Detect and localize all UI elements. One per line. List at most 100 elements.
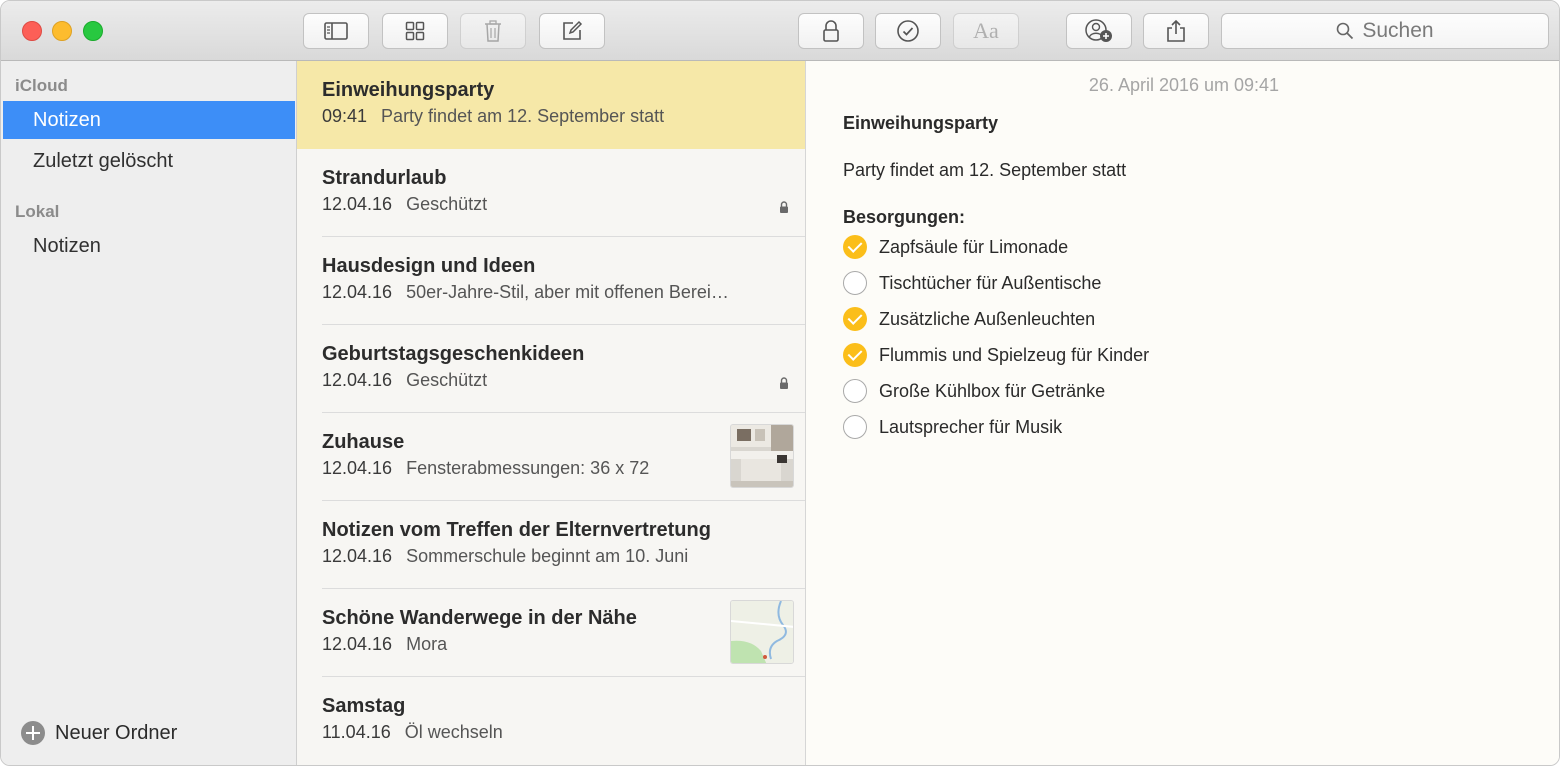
note-meta: 12.04.16 Mora	[322, 634, 447, 655]
checkbox-checked-icon[interactable]	[843, 307, 867, 331]
text-format-icon: Aa	[973, 18, 999, 43]
note-meta: 12.04.16 Geschützt	[322, 194, 487, 215]
note-title: Notizen vom Treffen der Elternvertretung	[322, 519, 711, 541]
note-list-item[interactable]: Geburtstagsgeschenkideen 12.04.16 Geschüt…	[297, 325, 805, 413]
checklist-item[interactable]: Zapfsäule für Limonade	[843, 234, 1068, 260]
note-date: 12.04.16	[322, 458, 393, 478]
sidebar-item-lokal-notizen[interactable]: Notizen	[3, 227, 295, 265]
checkbox-checked-icon[interactable]	[843, 343, 867, 367]
note-list-item[interactable]: Schöne Wanderwege in der Nähe 12.04.16 Mo…	[297, 589, 805, 677]
share-icon	[1167, 19, 1185, 42]
sidebar-item-icloud-notizen[interactable]: Notizen	[3, 101, 295, 139]
note-date: 09:41	[322, 106, 368, 126]
note-meta: 12.04.16 50er-Jahre-Stil, aber mit offene…	[322, 282, 729, 303]
sidebar-item-label: Notizen	[33, 108, 101, 131]
checklist-item-text[interactable]: Zapfsäule für Limonade	[879, 237, 1068, 258]
checklist-item-text[interactable]: Flummis und Spielzeug für Kinder	[879, 345, 1149, 366]
note-title: Geburtstagsgeschenkideen	[322, 343, 585, 365]
share-button[interactable]	[1143, 13, 1209, 49]
note-preview: 50er-Jahre-Stil, aber mit offenen Berei…	[406, 282, 729, 302]
note-list-item[interactable]: Strandurlaub 12.04.16 Geschützt	[297, 149, 805, 237]
note-body-text[interactable]: Party findet am 12. September statt	[843, 160, 1126, 181]
checklist-item[interactable]: Große Kühlbox für Getränke	[843, 378, 1105, 404]
note-date: 12.04.16	[322, 282, 393, 302]
new-folder-label: Neuer Ordner	[55, 721, 178, 744]
attachments-button[interactable]	[382, 13, 448, 49]
note-preview: Geschützt	[406, 370, 488, 390]
note-meta: 11.04.16 Öl wechseln	[322, 722, 503, 743]
note-heading[interactable]: Einweihungsparty	[843, 113, 998, 134]
note-meta: 12.04.16 Geschützt	[322, 370, 487, 391]
lock-icon	[823, 20, 839, 42]
sidebar-item-label: Notizen	[33, 234, 101, 257]
note-preview: Fensterabmessungen: 36 x 72	[406, 458, 650, 478]
note-list-item[interactable]: Notizen vom Treffen der Elternvertretung…	[297, 501, 805, 589]
search-field[interactable]: Suchen	[1221, 13, 1549, 49]
lock-icon	[780, 201, 788, 213]
checklist-item-text[interactable]: Zusätzliche Außenleuchten	[879, 309, 1095, 330]
note-list-item[interactable]: Einweihungsparty 09:41 Party findet am 12…	[297, 61, 805, 149]
note-date: 12.04.16	[322, 194, 393, 214]
sidebar-item-zuletzt-geloescht[interactable]: Zuletzt gelöscht	[3, 142, 295, 180]
checkbox-unchecked-icon[interactable]	[843, 415, 867, 439]
checklist-item[interactable]: Zusätzliche Außenleuchten	[843, 306, 1095, 332]
note-preview: Sommerschule beginnt am 10. Juni	[406, 546, 689, 566]
minimize-window-button[interactable]	[52, 21, 72, 41]
lock-icon	[780, 377, 788, 389]
plus-circle-icon	[21, 721, 45, 745]
lock-note-button[interactable]	[798, 13, 864, 49]
note-title: Strandurlaub	[322, 167, 447, 189]
checklist-item-text[interactable]: Lautsprecher für Musik	[879, 417, 1062, 438]
section-header-icloud: iCloud	[15, 76, 68, 95]
note-timestamp: 26. April 2016 um 09:41	[1088, 75, 1280, 95]
checklist-button[interactable]	[875, 13, 941, 49]
note-preview: Party findet am 12. September statt	[381, 106, 665, 126]
close-window-button[interactable]	[22, 21, 42, 41]
section-header-lokal: Lokal	[15, 202, 60, 221]
note-meta: 12.04.16 Fensterabmessungen: 36 x 72	[322, 458, 649, 479]
note-title: Zuhause	[322, 431, 405, 453]
zoom-window-button[interactable]	[83, 21, 103, 41]
compose-icon	[563, 20, 583, 40]
folder-sidebar: iCloud Notizen Zuletzt gelöscht Lokal No…	[1, 61, 297, 765]
sidebar-toggle-button[interactable]	[303, 13, 369, 49]
toolbar: Aa Suchen	[1, 1, 1559, 61]
note-title: Einweihungsparty	[322, 79, 495, 101]
checklist-item[interactable]: Lautsprecher für Musik	[843, 414, 1062, 440]
sidebar-item-label: Zuletzt gelöscht	[33, 149, 174, 172]
sidebar-toggle-icon	[324, 22, 348, 40]
note-list-item[interactable]: Hausdesign und Ideen 12.04.16 50er-Jahre-…	[297, 237, 805, 325]
note-date: 12.04.16	[322, 634, 393, 654]
note-date: 11.04.16	[322, 722, 391, 742]
note-title: Samstag	[322, 695, 406, 717]
delete-button[interactable]	[460, 13, 526, 49]
checkbox-unchecked-icon[interactable]	[843, 271, 867, 295]
new-folder-button[interactable]: Neuer Ordner	[21, 721, 177, 745]
checklist-heading[interactable]: Besorgungen:	[843, 207, 965, 228]
checklist-item-text[interactable]: Tischtücher für Außentische	[879, 273, 1101, 294]
text-format-button[interactable]: Aa	[953, 13, 1019, 49]
note-meta: 09:41 Party findet am 12. September statt	[322, 106, 664, 127]
trash-icon	[485, 20, 501, 42]
checklist-item-text[interactable]: Große Kühlbox für Getränke	[879, 381, 1105, 402]
note-list-item[interactable]: Zuhause 12.04.16 Fensterabmessungen: 36 x…	[297, 413, 805, 501]
notes-window: Aa Suchen iCloud Notizen Zuletzt gelösch…	[0, 0, 1560, 766]
search-icon	[1337, 22, 1354, 40]
note-list-item[interactable]: Samstag 11.04.16 Öl wechseln	[297, 677, 805, 765]
note-preview: Geschützt	[406, 194, 488, 214]
checklist-item[interactable]: Flummis und Spielzeug für Kinder	[843, 342, 1149, 368]
new-note-button[interactable]	[539, 13, 605, 49]
add-people-button[interactable]	[1066, 13, 1132, 49]
note-list: Einweihungsparty 09:41 Party findet am 12…	[297, 61, 806, 765]
note-date: 12.04.16	[322, 370, 393, 390]
kitchen-photo-thumbnail	[730, 424, 794, 488]
attachments-grid-icon	[405, 21, 425, 41]
note-editor[interactable]: 26. April 2016 um 09:41 Einweihungsparty…	[807, 61, 1559, 765]
note-preview: Mora	[406, 634, 448, 654]
checklist-item[interactable]: Tischtücher für Außentische	[843, 270, 1101, 296]
checkbox-unchecked-icon[interactable]	[843, 379, 867, 403]
note-date: 12.04.16	[322, 546, 393, 566]
note-meta: 12.04.16 Sommerschule beginnt am 10. Juni	[322, 546, 688, 567]
checkbox-checked-icon[interactable]	[843, 235, 867, 259]
checklist-icon	[897, 20, 919, 42]
